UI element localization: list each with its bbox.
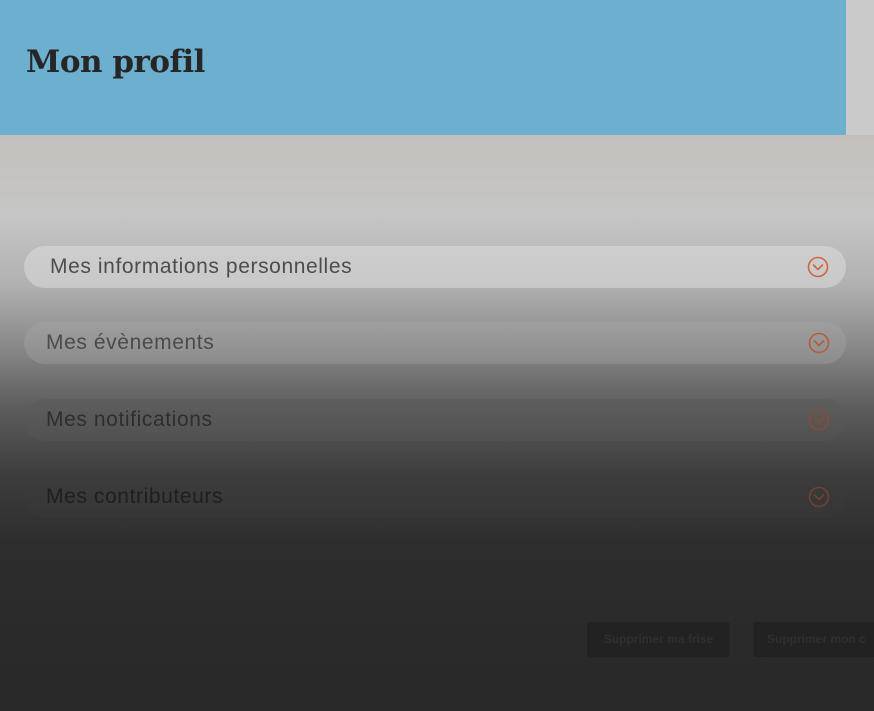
accordion-personal-info[interactable]: Mes informations personnelles	[24, 246, 846, 288]
accordion-events[interactable]: Mes évènements	[24, 322, 846, 364]
chevron-down-circle-icon[interactable]	[808, 332, 830, 354]
accordion-label: Mes contributeurs	[46, 485, 224, 508]
chevron-down-circle-icon[interactable]	[808, 486, 830, 508]
delete-account-button[interactable]: Supprimer mon c	[754, 622, 874, 657]
chevron-down-circle-icon[interactable]	[808, 409, 830, 431]
accordion-contributors[interactable]: Mes contributeurs	[24, 476, 846, 518]
chevron-down-circle-icon[interactable]	[807, 256, 829, 278]
page-title: Mon profil	[26, 44, 205, 80]
accordion-label: Mes notifications	[46, 408, 213, 431]
accordion-label: Mes informations personnelles	[50, 255, 353, 278]
accordion-notifications[interactable]: Mes notifications	[24, 399, 846, 441]
page-header: Mon profil	[0, 0, 846, 135]
profile-page: Mon profil Mes informations personnelles…	[0, 0, 874, 711]
accordion-label: Mes évènements	[46, 331, 215, 354]
scrollbar-track[interactable]	[846, 0, 874, 135]
delete-frise-button[interactable]: Supprimer ma frise	[587, 622, 730, 657]
